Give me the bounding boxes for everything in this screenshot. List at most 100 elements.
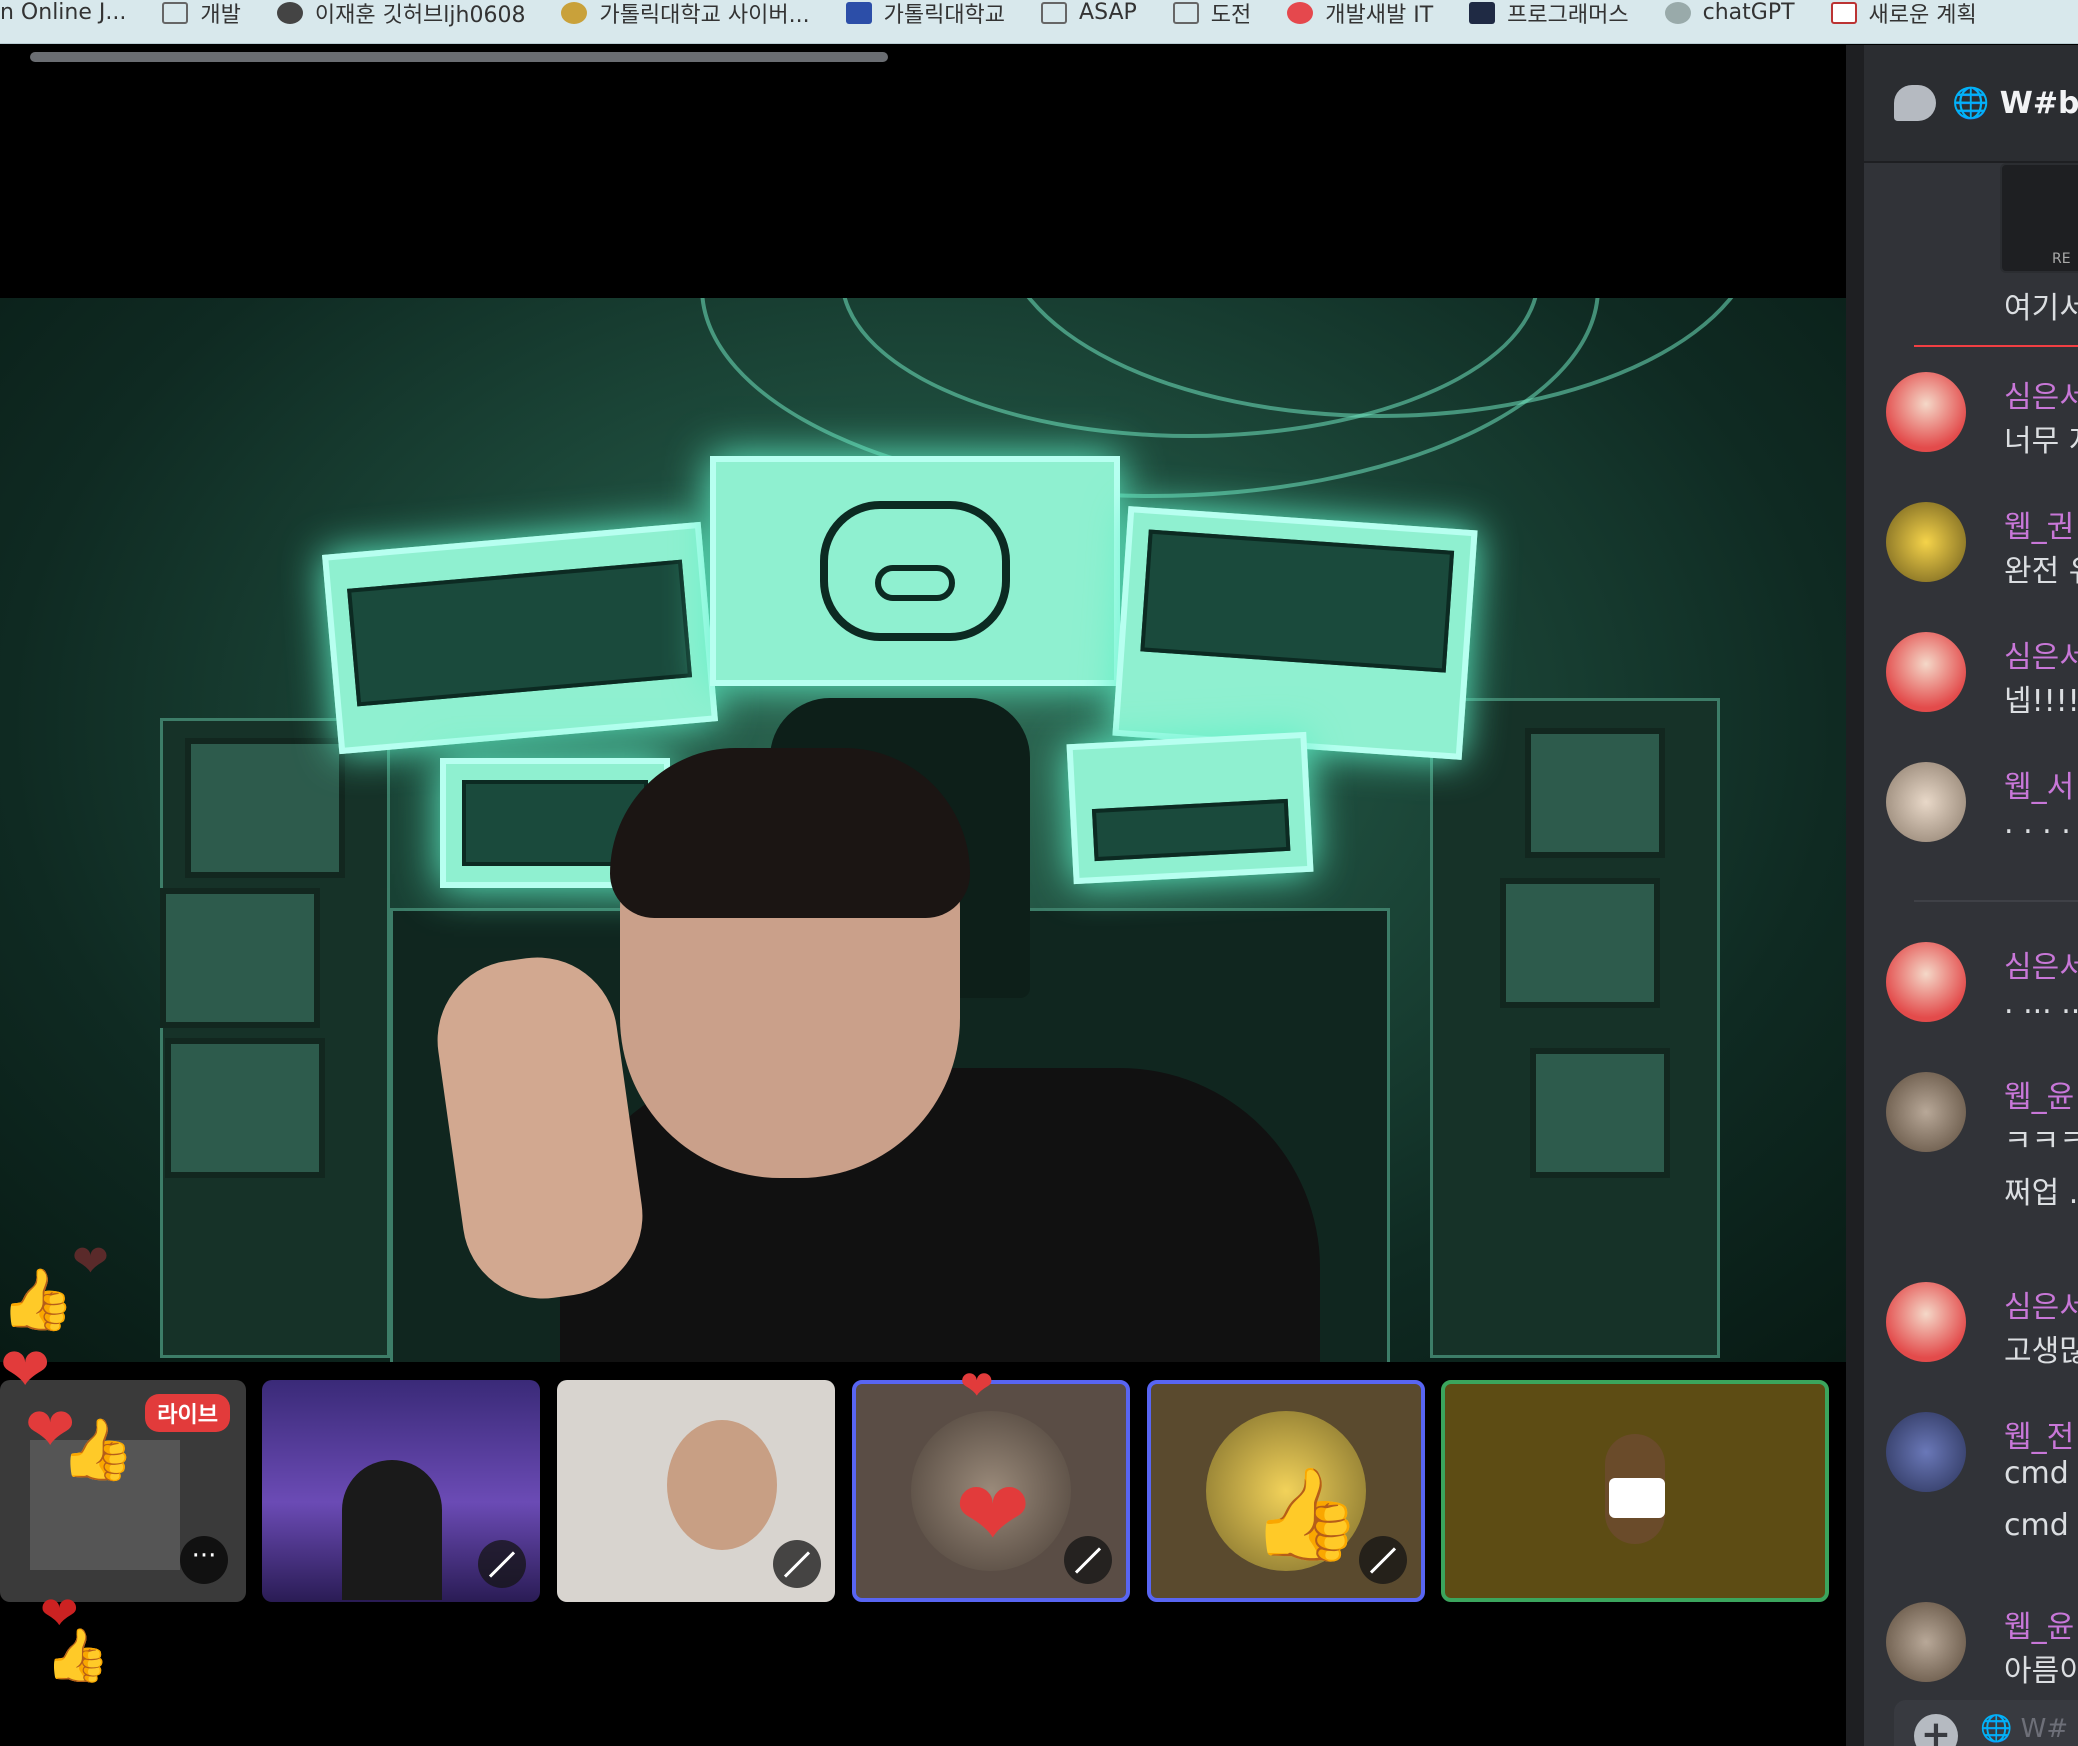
date-divider xyxy=(1914,900,2078,902)
thumbs-up-reaction: 👍 xyxy=(1250,1462,1363,1567)
message-embed[interactable]: RE xyxy=(2000,163,2078,273)
bookmark-label: 이재훈 깃허브ljh0608 xyxy=(314,2,526,28)
message-text: 넵!!!! xyxy=(2004,684,2078,719)
new-messages-divider xyxy=(1914,345,2078,347)
add-attachment-button[interactable]: + xyxy=(1914,1714,1958,1746)
message-author[interactable]: 웹_권 xyxy=(2004,502,2074,546)
monitor-right-2 xyxy=(1500,878,1660,1008)
horizontal-scrollbar[interactable] xyxy=(30,52,888,62)
mic-muted-icon xyxy=(478,1540,526,1588)
github-icon xyxy=(276,1,303,24)
bookmark-10[interactable]: 새로운 계획 xyxy=(1813,0,1995,35)
message-author[interactable]: 웹_서 xyxy=(2004,762,2074,806)
bookmark-7[interactable]: 개발새발 IT xyxy=(1269,0,1451,35)
avatar-shinchan[interactable] xyxy=(1886,632,1966,712)
message-author[interactable]: 심은서 xyxy=(2004,942,2078,986)
folder-icon xyxy=(1041,1,1068,24)
bookmark-label: ASAP xyxy=(1079,0,1137,25)
bookmark-6[interactable]: 도전 xyxy=(1155,0,1269,35)
message-author[interactable]: 심은서 xyxy=(2004,632,2078,676)
bookmark-0[interactable]: n Online J... xyxy=(0,0,144,35)
avatar-shinchan[interactable] xyxy=(1886,372,1966,452)
message-author[interactable]: 심은서 xyxy=(2004,1282,2078,1326)
input-placeholder: 🌐 W# xyxy=(1980,1714,2069,1744)
chat-header: 🌐 W#b | xyxy=(1864,45,2078,163)
heart-reaction: ❤ xyxy=(0,1335,51,1405)
main-video-feed[interactable] xyxy=(0,298,1846,1362)
live-badge: 라이브 xyxy=(145,1394,230,1432)
university-icon xyxy=(561,1,588,24)
avatar-cat[interactable] xyxy=(1886,1072,1966,1152)
avatar-shinchan[interactable] xyxy=(1886,1282,1966,1362)
message-author[interactable]: 심은서 xyxy=(2004,372,2078,416)
bookmark-3[interactable]: 가톨릭대학교 사이버... xyxy=(543,0,827,35)
avatar-shinchan[interactable] xyxy=(1886,942,1966,1022)
bookmark-1[interactable]: 개발 xyxy=(144,0,258,35)
tile-participant-1[interactable] xyxy=(262,1380,540,1602)
avatar-cat[interactable] xyxy=(1886,1602,1966,1682)
red-dot-icon xyxy=(1287,1,1314,24)
bookmark-label: 개발새발 IT xyxy=(1325,2,1434,28)
camera-off-icon xyxy=(1609,1478,1665,1518)
message-text: 고생많 xyxy=(2004,1334,2078,1369)
monitor-right-1 xyxy=(1525,728,1665,858)
avatar-stitch[interactable] xyxy=(1886,1412,1966,1492)
bookmark-label: 가톨릭대학교 xyxy=(883,2,1006,28)
university-icon xyxy=(845,1,872,24)
avatar-chick[interactable] xyxy=(1886,502,1966,582)
bookmark-label: 프로그래머스 xyxy=(1507,2,1629,28)
panel-center-robot xyxy=(710,456,1120,686)
avatar-puppy[interactable] xyxy=(1886,762,1966,842)
tile-participant-2[interactable] xyxy=(557,1380,835,1602)
tile-participant-5[interactable] xyxy=(1441,1380,1829,1602)
monitor-left-3 xyxy=(165,1038,325,1178)
mic-muted-icon xyxy=(1359,1536,1407,1584)
person-hair xyxy=(610,748,970,918)
bookmark-5[interactable]: ASAP xyxy=(1023,0,1155,35)
message-text: 아름이 xyxy=(2004,1654,2078,1689)
openai-icon xyxy=(1664,1,1691,24)
bookmark-label: 새로운 계획 xyxy=(1868,2,1977,28)
bookmark-label: n Online J... xyxy=(0,0,127,25)
message-text: . ... ... xyxy=(2004,986,2078,1021)
participant-figure xyxy=(342,1460,442,1600)
message-text: . . . . . xyxy=(2004,806,2078,841)
thumbs-up-reaction: 👍 xyxy=(60,1415,135,1485)
mic-muted-icon xyxy=(1064,1536,1112,1584)
chat-message-input[interactable]: + 🌐 W# xyxy=(1894,1700,2078,1746)
bookmark-4[interactable]: 가톨릭대학교 xyxy=(828,0,1023,35)
participant-face xyxy=(667,1420,777,1550)
folder-icon xyxy=(1172,1,1199,24)
channel-title: 🌐 W#b | xyxy=(1952,85,2078,121)
mic-muted-icon xyxy=(773,1540,821,1588)
bookmarks-bar: n Online J... 개발 이재훈 깃허브ljh0608 가톨릭대학교 사… xyxy=(0,0,2078,44)
message-text: 쩌업 . xyxy=(2004,1176,2078,1211)
message-author[interactable]: 웹_윤 xyxy=(2004,1602,2074,1646)
chat-bubble-icon[interactable] xyxy=(1894,85,1936,121)
message-author[interactable]: 웹_윤 xyxy=(2004,1072,2074,1116)
embed-text: RE xyxy=(2052,251,2071,267)
monitor-right-3 xyxy=(1530,1048,1670,1178)
bookmark-2[interactable]: 이재훈 깃허브ljh0608 xyxy=(259,0,544,35)
more-options-button[interactable]: ··· xyxy=(180,1536,228,1584)
bookmark-label: chatGPT xyxy=(1702,0,1795,25)
message-text: ㅋㅋㅋ xyxy=(2004,1124,2078,1159)
monitor-left-2 xyxy=(160,888,320,1028)
heart-reaction: ❤ xyxy=(72,1236,109,1287)
bookmark-label: 가톨릭대학교 사이버... xyxy=(599,2,810,28)
heart-reaction: ❤ xyxy=(955,1462,1031,1567)
thumbs-up-reaction: 👍 xyxy=(45,1626,110,1686)
folder-icon xyxy=(162,1,189,24)
message-author[interactable]: 웹_전 xyxy=(2004,1412,2074,1456)
bookmark-label: 개발 xyxy=(200,2,241,28)
message-text: 완전 유 xyxy=(2004,554,2078,589)
robot-snout xyxy=(875,565,955,602)
message-text: cmd s xyxy=(2004,1508,2078,1543)
panel-intro xyxy=(1066,731,1314,885)
bookmark-9[interactable]: chatGPT xyxy=(1647,0,1813,35)
message-text: 너무 지 xyxy=(2004,424,2078,459)
programmers-icon xyxy=(1469,1,1496,24)
bookmark-8[interactable]: 프로그래머스 xyxy=(1451,0,1646,35)
panel-left xyxy=(322,521,718,755)
robot-icon xyxy=(820,501,1010,641)
